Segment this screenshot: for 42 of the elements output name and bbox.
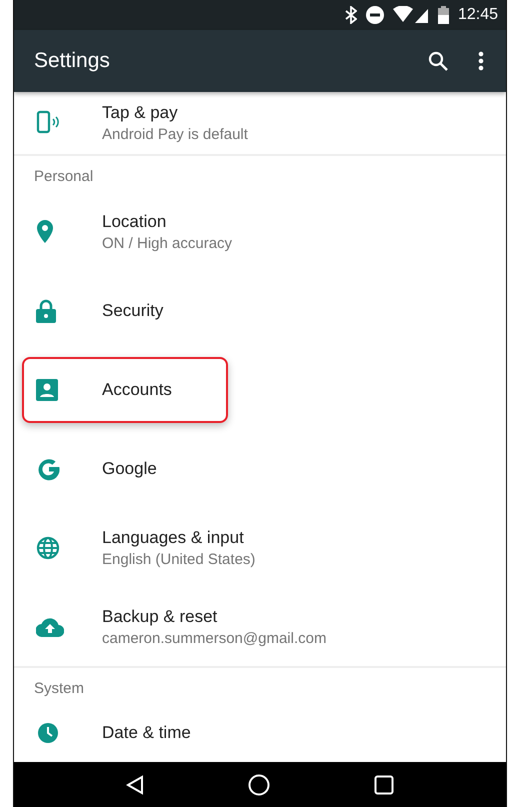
setting-summary: ON / High accuracy bbox=[102, 234, 232, 252]
setting-summary: English (United States) bbox=[102, 550, 256, 568]
recents-button[interactable] bbox=[374, 774, 394, 795]
setting-title: Tap & pay bbox=[102, 103, 179, 124]
settings-row[interactable]: Tap & pay Android Pay is default bbox=[14, 92, 506, 154]
back-triangle-icon bbox=[126, 774, 144, 795]
setting-title: Google bbox=[102, 458, 157, 479]
lock-icon bbox=[36, 298, 56, 323]
search-icon bbox=[428, 50, 448, 71]
settings-row[interactable]: Backup & reset cameron.summerson@gmail.com bbox=[14, 587, 506, 666]
settings-row[interactable]: Languages & input English (United States) bbox=[14, 508, 506, 588]
wifi-signal-icon bbox=[392, 6, 429, 24]
settings-row[interactable]: Security bbox=[14, 271, 506, 350]
recents-square-icon bbox=[374, 774, 394, 795]
do-not-disturb-icon bbox=[366, 6, 384, 24]
setting-title: Security bbox=[102, 300, 164, 321]
section-header: Personal bbox=[34, 168, 94, 186]
settings-row[interactable]: Accounts bbox=[14, 350, 506, 430]
setting-title: Accounts bbox=[102, 380, 172, 400]
setting-title: Backup & reset bbox=[102, 606, 218, 627]
setting-summary: Android Pay is default bbox=[102, 126, 248, 144]
bluetooth-icon bbox=[344, 6, 357, 24]
location-pin-icon bbox=[36, 220, 54, 244]
home-circle-icon bbox=[248, 774, 270, 796]
setting-title: Date & time bbox=[102, 723, 191, 744]
battery-icon bbox=[438, 6, 449, 24]
settings-row[interactable]: Google bbox=[14, 429, 506, 508]
globe-icon bbox=[36, 536, 60, 560]
app-bar-title: Settings bbox=[34, 48, 111, 73]
setting-title: Languages & input bbox=[102, 528, 245, 548]
settings-row[interactable]: Location ON / High accuracy bbox=[14, 192, 506, 272]
settings-row[interactable]: Date & time bbox=[14, 704, 506, 762]
back-button[interactable] bbox=[126, 774, 144, 795]
setting-title: Location bbox=[102, 212, 168, 232]
home-button[interactable] bbox=[248, 774, 270, 796]
clock-time: 12:45 bbox=[458, 6, 498, 24]
cloud-upload-icon bbox=[36, 616, 64, 637]
clock-icon bbox=[36, 721, 60, 746]
section-header: System bbox=[34, 680, 84, 698]
account-box-icon bbox=[36, 378, 58, 401]
more-vertical-icon bbox=[478, 50, 484, 71]
setting-summary: cameron.summerson@gmail.com bbox=[102, 630, 326, 647]
